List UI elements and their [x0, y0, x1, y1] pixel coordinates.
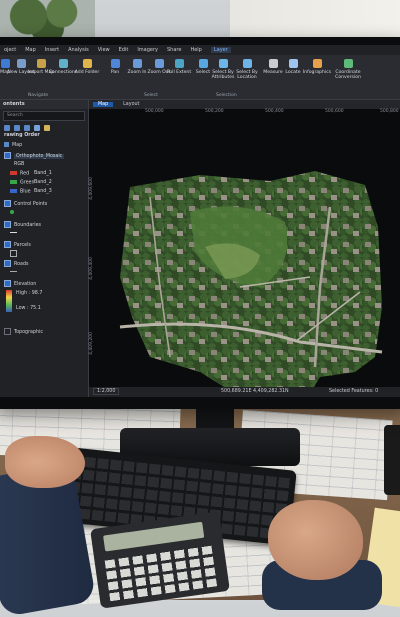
- right-hand: [268, 500, 363, 580]
- tab-map[interactable]: Map: [93, 102, 114, 107]
- checkbox[interactable]: [4, 152, 11, 159]
- zoom-in-icon: [132, 59, 142, 68]
- checkbox[interactable]: [4, 241, 11, 248]
- checkbox[interactable]: [4, 200, 11, 207]
- ruler-top: 500,000 500,200 500,400 500,600 500,800: [145, 109, 399, 114]
- menu-edit[interactable]: Edit: [119, 47, 129, 53]
- infographics-button[interactable]: Infographics: [302, 59, 332, 75]
- menu-bar: oject Map Insert Analysis View Edit Imag…: [0, 45, 400, 55]
- left-hand: [5, 436, 85, 488]
- toc-green-band: Green Band_2: [10, 180, 52, 186]
- checkbox[interactable]: [4, 328, 11, 335]
- select-location-icon: [242, 59, 252, 68]
- folder-icon: [82, 59, 92, 68]
- group-label-select: Select: [144, 93, 158, 98]
- coordinate-readout: 500,689.21E 4,409,282.31N: [221, 389, 289, 394]
- scale-selector[interactable]: 1:2,000: [93, 388, 120, 395]
- toc-red-band: Red Band_1: [10, 171, 52, 177]
- menu-share[interactable]: Share: [167, 47, 181, 53]
- menu-imagery[interactable]: Imagery: [137, 47, 158, 53]
- mug: [384, 425, 400, 495]
- coordinate-conversion-button[interactable]: Coordinate Conversion: [330, 59, 366, 80]
- elevation-ramp: [6, 290, 12, 312]
- houseplant: [0, 0, 95, 40]
- menu-help[interactable]: Help: [190, 47, 201, 53]
- list-by-drawing-order-icon[interactable]: [4, 125, 10, 131]
- parcels-symbol: [10, 250, 17, 259]
- roads-symbol: [10, 270, 17, 275]
- contents-search-input[interactable]: Search: [3, 111, 85, 121]
- ruler-left: 4,409,600 4,409,400 4,409,200: [89, 177, 94, 355]
- checkbox[interactable]: [4, 260, 11, 267]
- window-light: [230, 0, 400, 40]
- checkbox[interactable]: [4, 221, 11, 228]
- list-by-selection-icon[interactable]: [24, 125, 30, 131]
- view-tabs: Map Layout: [89, 100, 400, 109]
- select-icon: [198, 59, 208, 68]
- selected-features-count[interactable]: Selected Features: 0: [329, 389, 378, 394]
- monitor: oject Map Insert Analysis View Edit Imag…: [0, 37, 400, 409]
- measure-icon: [268, 59, 278, 68]
- group-label-selection: Selection: [216, 93, 237, 98]
- full-extent-icon: [174, 59, 184, 68]
- toc-map[interactable]: Map: [4, 142, 22, 148]
- contents-pane: ontents Search rawing Order Map Orthopho…: [0, 100, 89, 397]
- connections-icon: [58, 59, 68, 68]
- list-by-editing-icon[interactable]: [34, 125, 40, 131]
- list-by-source-icon[interactable]: [14, 125, 20, 131]
- import-icon: [36, 59, 46, 68]
- status-bar: 1:2,000 500,689.21E 4,409,282.31N Select…: [89, 387, 400, 397]
- tab-layout[interactable]: Layout: [123, 102, 139, 107]
- menu-analysis[interactable]: Analysis: [68, 47, 89, 53]
- toc-topographic[interactable]: Topographic: [4, 328, 43, 335]
- toc-blue-band: Blue Band_3: [10, 189, 52, 195]
- toc-roads[interactable]: Roads: [4, 260, 29, 267]
- ribbon: Map New Layout Import Map Connections Ad…: [0, 55, 400, 100]
- select-attributes-icon: [218, 59, 228, 68]
- layout-icon: [16, 59, 26, 68]
- screen: oject Map Insert Analysis View Edit Imag…: [0, 45, 400, 397]
- elevation-high: High : 98.7: [16, 291, 43, 296]
- contents-title: ontents: [0, 100, 88, 109]
- toc-parcels[interactable]: Parcels: [4, 241, 31, 248]
- menu-view[interactable]: View: [98, 47, 110, 53]
- locate-icon: [288, 59, 298, 68]
- coordinate-icon: [343, 59, 353, 68]
- menu-project[interactable]: oject: [4, 47, 16, 53]
- group-label-navigate: Navigate: [28, 93, 49, 98]
- zoom-out-icon: [154, 59, 164, 68]
- toc-control-points[interactable]: Control Points: [4, 200, 47, 207]
- checkbox[interactable]: [4, 280, 11, 287]
- map-layer-icon: [4, 142, 9, 147]
- calculator-keys: [104, 542, 218, 602]
- menu-map[interactable]: Map: [25, 47, 36, 53]
- toc-orthophoto[interactable]: Orthophoto_Mosaic: [4, 152, 65, 159]
- toc-elevation[interactable]: Elevation: [4, 280, 36, 287]
- infographics-icon: [312, 59, 322, 68]
- add-folder-button[interactable]: Add Folder: [72, 59, 102, 75]
- list-by-labeling-icon[interactable]: [44, 125, 50, 131]
- drawing-order-heading: rawing Order: [4, 133, 40, 138]
- toc-rgb: RGB: [14, 162, 25, 167]
- elevation-low: Low : 75.1: [16, 306, 41, 311]
- toc-boundaries[interactable]: Boundaries: [4, 221, 41, 228]
- contents-toolbar: [0, 123, 88, 133]
- pan-icon: [110, 59, 120, 68]
- boundaries-symbol: [10, 231, 17, 236]
- orthophoto-mosaic[interactable]: [119, 167, 390, 397]
- menu-insert[interactable]: Insert: [45, 47, 59, 53]
- control-points-symbol: [10, 210, 14, 216]
- menu-layer[interactable]: Layer: [210, 47, 231, 53]
